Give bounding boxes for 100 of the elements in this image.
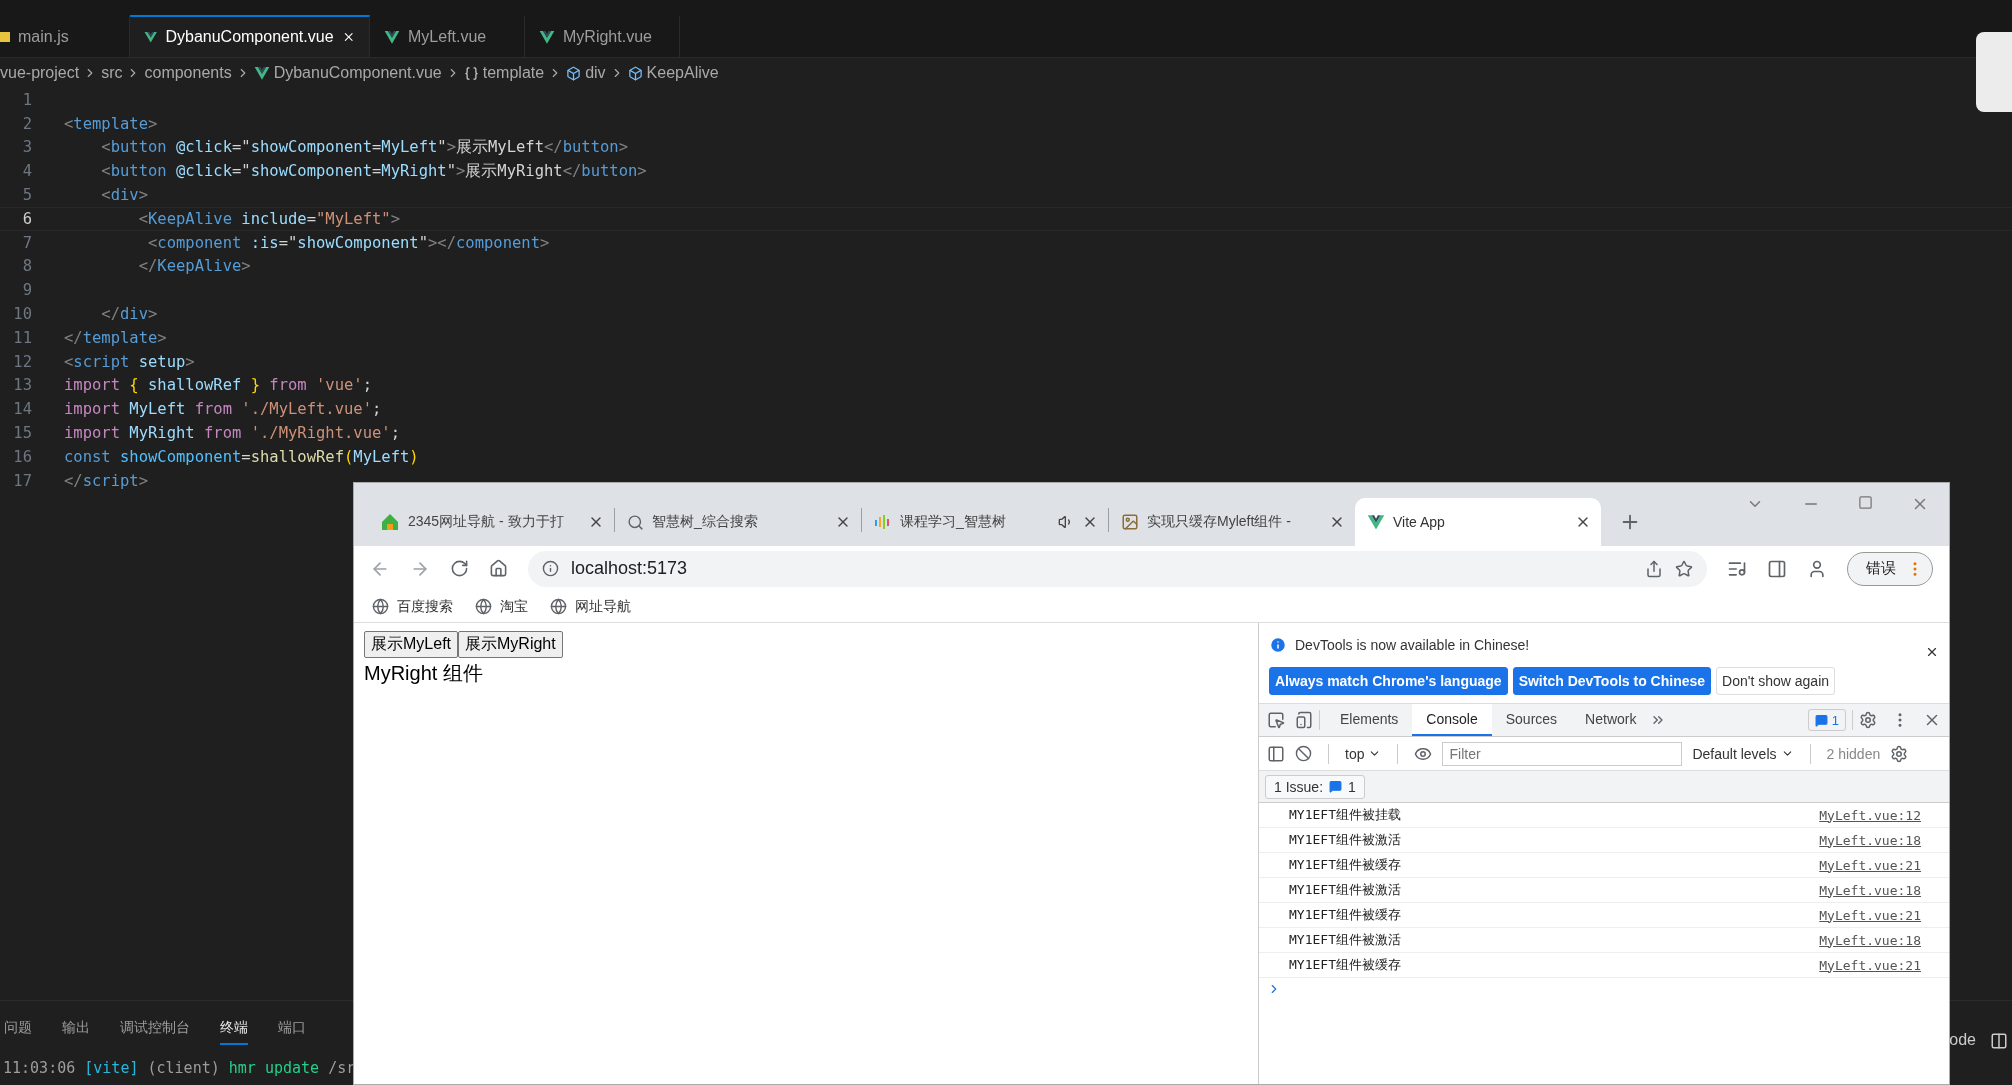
breadcrumb-item[interactable]: DybanuComponent.vue [273,64,442,82]
breadcrumb-item[interactable]: components [144,64,232,82]
code-line: <div> [100,186,148,205]
line-number: 10 [12,305,32,324]
line-number: 6 [21,209,32,228]
share-icon[interactable] [1645,559,1663,578]
inspect-icon[interactable] [1267,711,1285,729]
profile-button[interactable]: 错误 [1847,551,1933,586]
devtools-tab[interactable]: Sources [1491,704,1572,736]
code-line: <button @click="showComponent=MyLeft">展示MyLeft</button> [100,137,629,158]
vue-icon [1367,513,1385,531]
source-link[interactable]: MyLeft.vue:18 [1819,882,1921,898]
code-line: <KeepAlive include="MyLeft"> [137,209,400,228]
settings-icon[interactable] [1890,744,1909,763]
js-icon [0,29,10,45]
panel-tab[interactable]: 端口 [278,1013,306,1045]
panel-tab[interactable]: 问题 [4,1013,32,1045]
line-number: 8 [21,257,32,276]
source-link[interactable]: MyLeft.vue:21 [1819,907,1921,923]
code-line: <component :is="showComponent"></component> [147,233,550,252]
line-number: 15 [12,424,32,443]
panel-tab[interactable]: 输出 [62,1013,90,1045]
message-icon [1814,713,1828,727]
line-number: 13 [12,376,32,395]
globe-icon [372,598,389,615]
browser-tab[interactable]: Vite App [1355,498,1601,546]
vue-icon [144,29,158,45]
browser-tab[interactable]: 课程学习_智慧树 [862,498,1108,546]
browser-tab[interactable]: 实现只缓存Myleft组件 - [1109,498,1355,546]
hidden-count: 2 hidden [1826,745,1881,762]
reload-icon[interactable] [450,559,469,578]
source-link[interactable]: MyLeft.vue:21 [1819,857,1921,873]
clear-icon[interactable] [1295,745,1312,762]
breadcrumb-item[interactable]: KeepAlive [646,64,719,82]
home-icon[interactable] [489,559,508,578]
breadcrumb-item[interactable]: src [101,64,123,82]
line-number: 12 [12,352,32,371]
page-button[interactable]: 展示MyLeft [364,631,458,658]
device-icon[interactable] [1295,711,1313,729]
info-icon[interactable] [542,560,559,577]
panel-tab[interactable]: 终端 [220,1013,248,1045]
bookmark[interactable]: 淘宝 [500,597,528,616]
notice-button[interactable]: Always match Chrome's language [1269,667,1508,695]
browser-tab[interactable]: 智慧树_综合搜索 [615,498,861,546]
browser-tab[interactable]: 2345网址导航 - 致力于打 [368,498,614,546]
devtools-tab[interactable]: Network [1571,704,1651,736]
search-icon [627,513,644,531]
line-number: 1 [21,90,32,109]
line-number: 3 [21,138,32,157]
bookmark[interactable]: 网址导航 [575,597,631,616]
image-icon [1121,513,1139,531]
close-icon[interactable] [1925,645,1939,659]
line-number: 11 [12,328,32,347]
line-number: 16 [12,447,32,466]
devtools-tab[interactable]: Console [1412,704,1492,736]
source-link[interactable]: MyLeft.vue:18 [1819,932,1921,948]
bookmark[interactable]: 百度搜索 [397,597,453,616]
line-number: 4 [21,162,32,181]
breadcrumb-item[interactable]: div [585,64,606,82]
filter-field[interactable]: Filter [1442,741,1683,766]
context-dropdown[interactable]: top [1345,745,1382,762]
console-message: MY1EFT组件被挂载 [1289,806,1401,824]
notice-button[interactable]: Switch DevTools to Chinese [1512,667,1712,695]
code-line: import { shallowRef } from 'vue'; [64,376,372,395]
code-line: </template> [64,328,167,347]
cube-icon [627,65,643,81]
notice-button[interactable]: Don't show again [1716,667,1836,695]
source-link[interactable]: MyLeft.vue:21 [1819,957,1921,973]
panel-tab[interactable]: 调试控制台 [120,1013,190,1045]
star-icon[interactable] [1675,559,1693,578]
source-link[interactable]: MyLeft.vue:12 [1819,807,1921,823]
terminal-line: 11:03:06 [vite] (client) hmr update /sr [2,1059,357,1077]
line-number: 7 [21,233,32,252]
issues-button[interactable]: 1 Issue: 1 [1265,774,1365,799]
source-link[interactable]: MyLeft.vue:18 [1819,832,1921,848]
console-message: MY1EFT组件被缓存 [1289,956,1401,974]
code-line: <button @click="showComponent=MyRight">展示MyRight</button> [100,160,647,182]
editor-tab[interactable]: DybanuComponent.vue [130,15,370,57]
profile-icon[interactable] [1807,558,1827,579]
split-icon[interactable] [1990,1032,2008,1050]
console-message: MY1EFT组件被缓存 [1289,906,1401,924]
page-button[interactable]: 展示MyRight [458,631,563,658]
sidebar-icon[interactable] [1267,744,1285,763]
breadcrumb-item[interactable]: template [482,64,545,82]
terminal-name: ode [1949,1031,1976,1049]
code-line: </script> [64,471,148,490]
code-line: const showComponent=shallowRef(MyLeft) [64,447,419,466]
devtools-tab[interactable]: Elements [1326,704,1413,736]
settings-icon[interactable] [1859,711,1877,729]
line-number: 14 [12,400,32,419]
levels-dropdown[interactable]: Default levels [1692,745,1794,762]
editor-tab[interactable]: main.js [0,15,130,57]
side-panel-icon[interactable] [1767,558,1787,579]
globe-icon [550,598,567,615]
issue-badge[interactable]: 1 [1807,709,1846,731]
console-message: MY1EFT组件被激活 [1289,931,1401,949]
breadcrumb-item[interactable]: vue-project [0,64,80,82]
message-icon [1329,780,1343,793]
address-bar[interactable]: localhost:5173 [528,550,1707,587]
line-number: 2 [21,114,32,133]
